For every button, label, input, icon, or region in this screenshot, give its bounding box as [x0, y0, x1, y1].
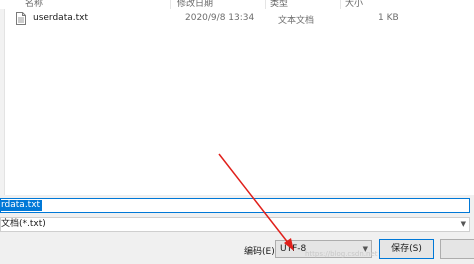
nav-pane-edge	[0, 9, 5, 195]
file-name: userdata.txt	[33, 13, 88, 23]
encoding-label: 编码(E):	[244, 247, 278, 257]
column-divider[interactable]	[340, 0, 341, 9]
file-size: 1 KB	[378, 13, 399, 23]
encoding-value: UTF-8	[280, 244, 307, 254]
column-divider[interactable]	[170, 0, 171, 9]
chevron-down-icon: ▼	[460, 220, 466, 228]
file-type: 文本文档	[278, 16, 315, 26]
column-header-type[interactable]: 类型	[270, 0, 288, 9]
column-header-name[interactable]: 名称	[25, 0, 43, 9]
text-file-icon	[16, 12, 26, 25]
column-header-row: 名称 修改日期 类型 大小	[0, 0, 474, 9]
save-button[interactable]: 保存(S)	[379, 239, 434, 259]
filename-input[interactable]: rdata.txt	[0, 198, 470, 213]
column-divider[interactable]	[265, 0, 266, 9]
file-list[interactable]: userdata.txt 2020/9/8 13:34 文本文档 1 KB	[0, 9, 474, 195]
filetype-select[interactable]: 文档(*.txt) ▼	[0, 217, 470, 232]
file-date: 2020/9/8 13:34	[185, 13, 255, 23]
cancel-button[interactable]	[440, 239, 474, 259]
watermark: https://blog.csdn.net	[305, 250, 378, 258]
filename-text: rdata.txt	[1, 200, 43, 211]
column-header-date[interactable]: 修改日期	[177, 0, 213, 9]
save-dialog-footer: rdata.txt 文档(*.txt) ▼ 编码(E): UTF-8 ▼ 保存(…	[0, 195, 474, 264]
file-row[interactable]: userdata.txt 2020/9/8 13:34 文本文档 1 KB	[8, 11, 468, 28]
column-header-size[interactable]: 大小	[345, 0, 363, 9]
filetype-value: 文档(*.txt)	[1, 219, 46, 229]
